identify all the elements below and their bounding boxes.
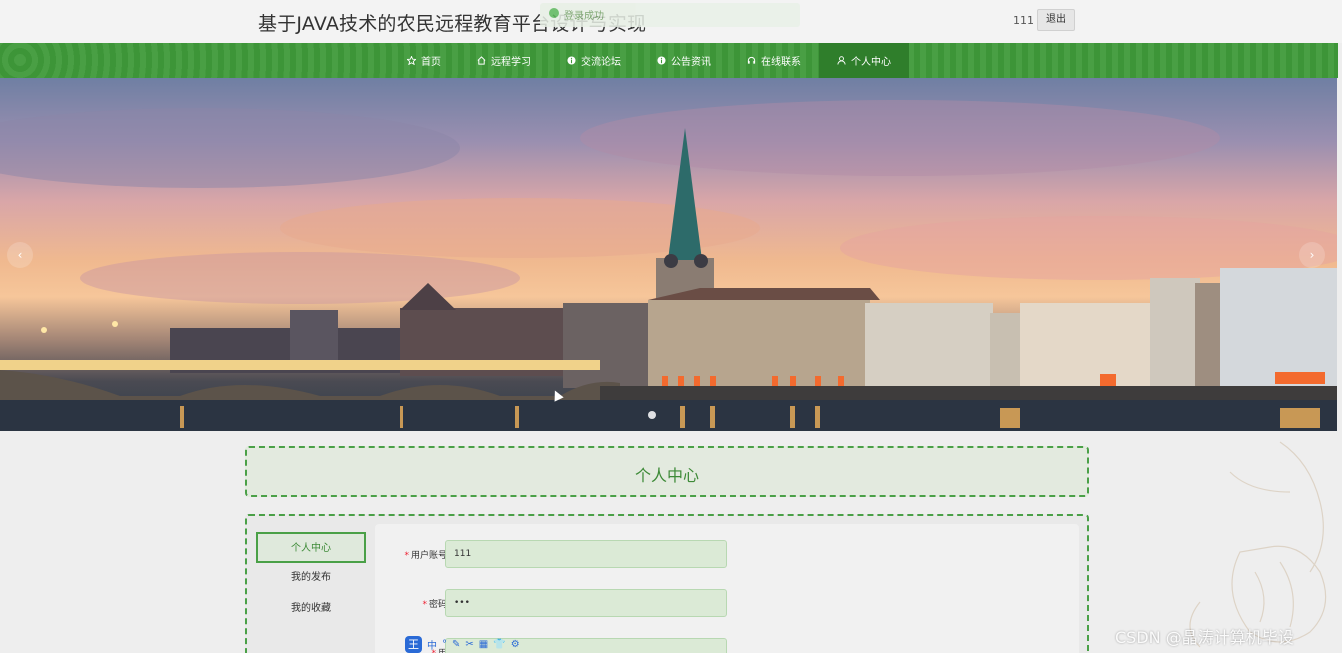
nav-item-home[interactable]: 首页: [389, 43, 459, 78]
nav-item-personal-center[interactable]: 个人中心: [819, 43, 909, 78]
user-icon: [837, 56, 846, 65]
password-input[interactable]: •••: [445, 589, 727, 617]
form-row-account: * 用户账号 111: [375, 540, 1079, 568]
logout-button[interactable]: 退出: [1037, 9, 1075, 31]
ime-chinese-mode-icon[interactable]: 中: [427, 637, 437, 652]
ime-punctuation-icon[interactable]: °: [442, 639, 447, 650]
nav-label: 在线联系: [761, 57, 801, 68]
headset-icon: [747, 56, 756, 64]
success-icon: [549, 8, 559, 18]
watermark: CSDN @晶涛计算机毕设: [1115, 628, 1294, 647]
decorative-flower-icon: [1189, 441, 1327, 648]
ime-skin-icon[interactable]: 👕: [493, 639, 505, 650]
username-label: 111: [1013, 14, 1034, 27]
home-icon: [477, 56, 486, 65]
star-icon: [407, 56, 416, 65]
ime-scissors-icon[interactable]: ✂: [465, 639, 473, 650]
nav-label: 个人中心: [851, 57, 891, 68]
info-icon: [567, 56, 576, 65]
nav-label: 公告资讯: [671, 57, 711, 68]
form-row-password: * 密码 •••: [375, 589, 1079, 617]
nav-label: 交流论坛: [581, 57, 621, 68]
side-item-my-posts[interactable]: 我的发布: [256, 563, 366, 594]
info-icon: [657, 56, 666, 65]
nav-menu: 首页 远程学习 交流论坛 公告资讯 在线联系 个人中心: [389, 43, 909, 78]
ime-logo-icon[interactable]: 王: [405, 636, 422, 653]
carousel-indicator[interactable]: [648, 411, 656, 419]
nav-item-announcements[interactable]: 公告资讯: [639, 43, 729, 78]
account-input[interactable]: 111: [445, 540, 727, 568]
ime-settings-icon[interactable]: ⚙: [511, 639, 520, 650]
top-header: 基于JAVA技术的农民远程教育平台设计与实现 登录成功 111 退出: [0, 0, 1342, 43]
main-navbar: 首页 远程学习 交流论坛 公告资讯 在线联系 个人中心: [0, 43, 1338, 78]
side-item-my-favorites[interactable]: 我的收藏: [256, 594, 366, 625]
page-title: 个人中心: [634, 466, 699, 485]
banner-image: [0, 100, 1337, 431]
ime-handwriting-icon[interactable]: ✎: [452, 639, 460, 650]
field-label: * 用户账号: [404, 551, 447, 561]
success-toast: 登录成功: [540, 3, 800, 27]
page-title-panel: 个人中心: [245, 446, 1089, 497]
banner-carousel[interactable]: ‹ ›: [0, 78, 1337, 431]
nav-item-remote-learning[interactable]: 远程学习: [459, 43, 549, 78]
ime-toolbar[interactable]: 王 中 ° ✎ ✂ ▦ 👕 ⚙: [405, 636, 520, 653]
nav-item-forum[interactable]: 交流论坛: [549, 43, 639, 78]
ime-keyboard-icon[interactable]: ▦: [479, 639, 488, 650]
toast-message: 登录成功: [564, 11, 604, 22]
personal-center-panel: 个人中心 我的发布 我的收藏 *用户账号 111 *密码 ••• *用: [245, 514, 1089, 653]
profile-form: *用户账号 111 *密码 ••• *用: [375, 524, 1079, 653]
nav-label: 首页: [421, 57, 441, 68]
side-item-personal-center[interactable]: 个人中心: [256, 532, 366, 563]
carousel-prev-button[interactable]: ‹: [7, 242, 33, 268]
nav-item-contact[interactable]: 在线联系: [729, 43, 819, 78]
side-menu: 个人中心 我的发布 我的收藏: [256, 532, 366, 625]
nav-label: 远程学习: [491, 57, 531, 68]
carousel-next-button[interactable]: ›: [1299, 242, 1325, 268]
field-label: * 密码: [422, 600, 447, 610]
